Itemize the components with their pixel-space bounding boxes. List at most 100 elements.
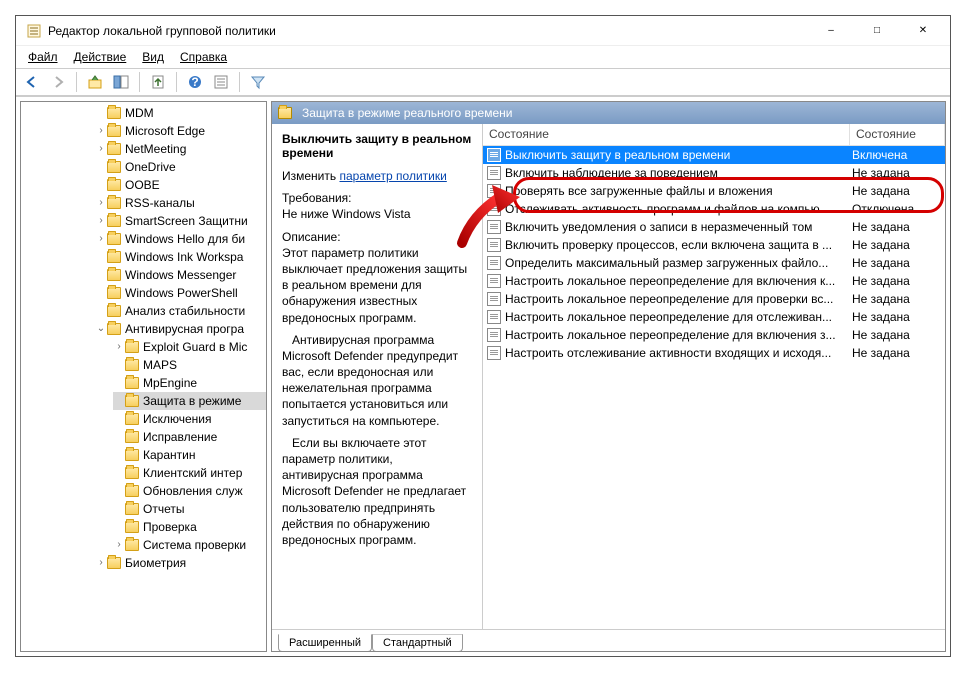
menu-view[interactable]: Вид xyxy=(136,48,170,66)
folder-icon xyxy=(278,107,292,119)
tree-item[interactable]: ›SmartScreen Защитни xyxy=(95,212,266,230)
back-button[interactable] xyxy=(20,70,44,94)
tree-item[interactable]: Отчеты xyxy=(113,500,266,518)
folder-icon xyxy=(107,197,121,209)
policy-name: Настроить локальное переопределение для … xyxy=(505,328,846,342)
folder-icon xyxy=(125,485,139,497)
tree-item[interactable]: ›Биометрия xyxy=(95,554,266,572)
list-header[interactable]: Состояние Состояние xyxy=(483,124,945,146)
tree-item[interactable]: ›Система проверки xyxy=(113,536,266,554)
tree-item[interactable]: Клиентский интер xyxy=(113,464,266,482)
forward-button[interactable] xyxy=(46,70,70,94)
policy-row[interactable]: Настроить отслеживание активности входящ… xyxy=(483,344,945,362)
tabs-row: Расширенный Стандартный xyxy=(272,629,945,651)
edit-policy-link[interactable]: параметр политики xyxy=(339,169,446,183)
tab-extended[interactable]: Расширенный xyxy=(278,634,372,652)
expand-icon[interactable]: › xyxy=(95,122,107,140)
tree-item[interactable]: Анализ стабильности xyxy=(95,302,266,320)
svg-text:?: ? xyxy=(191,75,198,89)
policy-row[interactable]: Настроить локальное переопределение для … xyxy=(483,272,945,290)
folder-icon xyxy=(107,107,121,119)
policy-name: Выключить защиту в реальном времени xyxy=(505,148,846,162)
tree-item[interactable]: Windows Messenger xyxy=(95,266,266,284)
col-header-state[interactable]: Состояние xyxy=(850,124,945,145)
tree-item[interactable]: ›Microsoft Edge xyxy=(95,122,266,140)
tree-item[interactable]: MAPS xyxy=(113,356,266,374)
col-header-name[interactable]: Состояние xyxy=(483,124,850,145)
policy-name: Определить максимальный размер загруженн… xyxy=(505,256,846,270)
policy-row[interactable]: Настроить локальное переопределение для … xyxy=(483,326,945,344)
expand-icon[interactable]: › xyxy=(113,338,125,356)
tree-item[interactable]: › Windows Hello для би xyxy=(95,230,266,248)
policy-row[interactable]: Выключить защиту в реальном времениВключ… xyxy=(483,146,945,164)
policy-state: Не задана xyxy=(846,310,941,324)
tree-item[interactable]: Защита в режиме xyxy=(113,392,266,410)
export-button[interactable] xyxy=(146,70,170,94)
expand-icon[interactable]: › xyxy=(95,230,107,248)
tree-item[interactable]: Windows PowerShell xyxy=(95,284,266,302)
expand-icon[interactable]: › xyxy=(95,212,107,230)
tree-item[interactable]: Карантин xyxy=(113,446,266,464)
tree-item[interactable]: OOBE xyxy=(95,176,266,194)
tree-item[interactable]: Проверка xyxy=(113,518,266,536)
tree-item[interactable]: OneDrive xyxy=(95,158,266,176)
tree-item[interactable]: MpEngine xyxy=(113,374,266,392)
tree-item-label: Карантин xyxy=(143,446,195,464)
help-button[interactable]: ? xyxy=(183,70,207,94)
menu-help[interactable]: Справка xyxy=(174,48,233,66)
expand-icon[interactable]: › xyxy=(95,194,107,212)
tree-item[interactable]: ›NetMeeting xyxy=(95,140,266,158)
policy-row[interactable]: Включить наблюдение за поведениемНе зада… xyxy=(483,164,945,182)
policy-row[interactable]: Настроить локальное переопределение для … xyxy=(483,290,945,308)
tree-item[interactable]: MDM xyxy=(95,104,266,122)
content-header-title: Защита в режиме реального времени xyxy=(302,106,512,120)
expand-icon[interactable]: › xyxy=(95,140,107,158)
filter-button[interactable] xyxy=(246,70,270,94)
description-panel: Выключить защиту в реальном времени Изме… xyxy=(272,124,482,629)
policy-row[interactable]: Определить максимальный размер загруженн… xyxy=(483,254,945,272)
folder-icon xyxy=(107,125,121,137)
tree-item[interactable]: ⌄ Антивирусная програ xyxy=(95,320,266,338)
folder-icon xyxy=(107,287,121,299)
collapse-icon[interactable]: ⌄ xyxy=(95,320,107,338)
tree-pane[interactable]: MDM›Microsoft Edge›NetMeetingOneDriveOOB… xyxy=(20,101,267,652)
tree-item-label: MpEngine xyxy=(143,374,197,392)
menu-file[interactable]: Файл xyxy=(22,48,64,66)
tree-item[interactable]: ›Exploit Guard в Mic xyxy=(113,338,266,356)
policy-row[interactable]: Включить уведомления о записи в неразмеч… xyxy=(483,218,945,236)
maximize-button[interactable]: □ xyxy=(854,16,900,46)
tree-item[interactable]: Исключения xyxy=(113,410,266,428)
tree-item[interactable]: Windows Ink Workspa xyxy=(95,248,266,266)
close-button[interactable]: ✕ xyxy=(900,16,946,46)
policy-row[interactable]: Включить проверку процессов, если включе… xyxy=(483,236,945,254)
properties-button[interactable] xyxy=(209,70,233,94)
policy-row[interactable]: Настроить локальное переопределение для … xyxy=(483,308,945,326)
policy-state: Не задана xyxy=(846,256,941,270)
titlebar: Редактор локальной групповой политики – … xyxy=(16,16,950,46)
tree-item[interactable]: Обновления служ xyxy=(113,482,266,500)
policy-state: Не задана xyxy=(846,238,941,252)
tree-item[interactable]: Исправление xyxy=(113,428,266,446)
tree-item-label: Антивирусная програ xyxy=(125,320,244,338)
folder-icon xyxy=(107,179,121,191)
folder-icon xyxy=(107,557,121,569)
toolbar: ? xyxy=(16,68,950,96)
tree-item[interactable]: ›RSS-каналы xyxy=(95,194,266,212)
tab-standard[interactable]: Стандартный xyxy=(372,634,463,652)
tree-item-label: Windows Hello для би xyxy=(125,230,245,248)
policy-row[interactable]: Отслеживать активность программ и файлов… xyxy=(483,200,945,218)
menu-action[interactable]: Действие xyxy=(68,48,133,66)
tree-item-label: Анализ стабильности xyxy=(125,302,245,320)
expand-icon[interactable]: › xyxy=(113,536,125,554)
policy-row[interactable]: Проверять все загруженные файлы и вложен… xyxy=(483,182,945,200)
list-rows[interactable]: Выключить защиту в реальном времениВключ… xyxy=(483,146,945,629)
policy-name: Проверять все загруженные файлы и вложен… xyxy=(505,184,846,198)
policy-state: Включена xyxy=(846,148,941,162)
tree-item-label: Windows Messenger xyxy=(125,266,236,284)
setting-title: Выключить защиту в реальном времени xyxy=(282,132,472,160)
expand-icon[interactable]: › xyxy=(95,554,107,572)
policy-icon xyxy=(487,256,501,270)
minimize-button[interactable]: – xyxy=(808,16,854,46)
show-tree-button[interactable] xyxy=(109,70,133,94)
up-button[interactable] xyxy=(83,70,107,94)
